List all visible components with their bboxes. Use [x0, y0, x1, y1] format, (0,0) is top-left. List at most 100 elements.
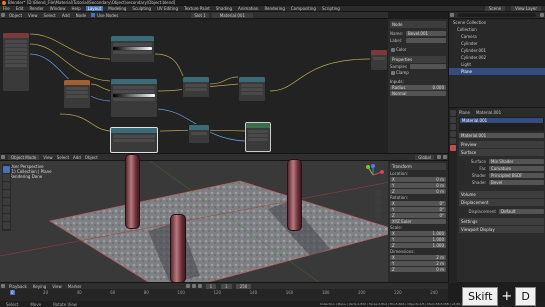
scale-z[interactable]: Z 1.000: [390, 243, 446, 248]
viewport-type-icon[interactable]: [1, 155, 5, 159]
node-select-menu[interactable]: Select: [44, 13, 56, 18]
tab-uv-editing[interactable]: UV Editing: [157, 6, 178, 11]
node-texture-top[interactable]: [110, 35, 155, 63]
outliner-item-camera[interactable]: Camera: [449, 33, 545, 40]
outliner-item-cylinder-001[interactable]: Cylinder.001: [449, 47, 545, 54]
use-nodes-checkbox[interactable]: [91, 13, 96, 17]
tab-texture-paint[interactable]: Texture Paint: [184, 6, 210, 11]
outliner-item-cylinder-002[interactable]: Cylinder.002: [449, 54, 545, 61]
surface-section[interactable]: Surface: [459, 149, 544, 156]
material-tab-icon[interactable]: [450, 145, 456, 151]
end-frame-field[interactable]: 250: [235, 283, 252, 289]
node-shader[interactable]: [245, 122, 271, 152]
tab-shading[interactable]: Shading: [216, 6, 232, 11]
tab-rendering[interactable]: Rendering: [264, 6, 284, 11]
scene-selector[interactable]: Scene: [484, 6, 506, 11]
node-math[interactable]: [182, 76, 210, 98]
node-orange[interactable]: [63, 79, 91, 109]
scale-x[interactable]: X 1.000: [390, 231, 446, 236]
settings-section[interactable]: Settings: [459, 218, 544, 225]
tab-layout[interactable]: Layout: [85, 6, 104, 11]
node-name-field[interactable]: Bevel.001: [406, 31, 446, 36]
shading-icon[interactable]: [437, 155, 441, 159]
location-z[interactable]: Z0 m: [390, 189, 446, 194]
tab-animation[interactable]: Animation: [238, 6, 258, 11]
material-slot-list[interactable]: Material.001: [459, 117, 544, 131]
scene-tab-icon[interactable]: [450, 131, 456, 137]
dimensions-z[interactable]: Z0 m: [390, 267, 446, 272]
radius-field[interactable]: Radius 0.000: [390, 85, 446, 90]
ortho-toggle-icon[interactable]: [375, 214, 382, 221]
node-add-menu[interactable]: Add: [62, 13, 70, 18]
rotation-z[interactable]: Z 0°: [390, 213, 446, 218]
preview-section[interactable]: Preview: [459, 141, 544, 148]
outliner-type-icon[interactable]: [450, 13, 454, 17]
scale-tool-icon[interactable]: [3, 198, 10, 205]
viewport-select-menu[interactable]: Select: [57, 155, 69, 160]
scale-y[interactable]: Y 1.000: [390, 237, 446, 242]
node-texture-mid[interactable]: [110, 78, 158, 118]
samples-field[interactable]: [410, 64, 446, 69]
node-input-frame[interactable]: [2, 32, 30, 92]
outliner-item-plane[interactable]: Plane: [449, 68, 545, 75]
node-node-menu[interactable]: Node: [76, 13, 86, 18]
timeline-ruler[interactable]: 0 20 40 60 80 100 120 140 160 180 200 22…: [0, 289, 448, 295]
outliner-item-light[interactable]: Light: [449, 61, 545, 68]
volume-section[interactable]: Volume: [459, 191, 544, 198]
timeline[interactable]: Playback Keying View Marker 1 1 250 0 20…: [0, 282, 448, 301]
rotation-x[interactable]: X 0°: [390, 201, 446, 206]
camera-view-icon[interactable]: [375, 206, 382, 213]
shader-2-value[interactable]: Bevel: [489, 180, 544, 185]
properties-section-header[interactable]: Properties: [390, 56, 446, 63]
rotate-tool-icon[interactable]: [3, 190, 10, 197]
filter-icon[interactable]: [540, 13, 544, 17]
rotation-mode[interactable]: XYZ Euler: [390, 219, 446, 224]
color-checkbox[interactable]: [391, 47, 395, 52]
material-datablock[interactable]: Material.001: [459, 133, 544, 138]
location-x[interactable]: X0 m: [390, 177, 446, 182]
dimensions-y[interactable]: Y2 m: [390, 261, 446, 266]
marker-menu[interactable]: Marker: [68, 284, 82, 289]
timeline-type-icon[interactable]: [1, 284, 5, 288]
rotation-y[interactable]: Y 0°: [390, 207, 446, 212]
cursor-tool-icon[interactable]: [3, 174, 10, 181]
output-tab-icon[interactable]: [450, 124, 456, 130]
tab-scripting[interactable]: Scripting: [322, 6, 340, 11]
orientation-selector[interactable]: Global: [415, 154, 434, 160]
menu-help[interactable]: Help: [71, 6, 80, 11]
node-label-field[interactable]: [406, 38, 446, 43]
jump-end-icon[interactable]: [197, 284, 202, 288]
tab-compositing[interactable]: Compositing: [291, 6, 316, 11]
dimensions-x[interactable]: X2 m: [390, 255, 446, 260]
overlay-icon[interactable]: [443, 155, 447, 159]
node-editor[interactable]: Object View Select Add Node Use Nodes Sl…: [0, 12, 388, 153]
menu-render[interactable]: Render: [29, 6, 43, 11]
viewport-object-menu[interactable]: Object: [85, 155, 98, 160]
start-frame-field[interactable]: 1: [221, 283, 232, 289]
material-slot-item[interactable]: Material.001: [460, 118, 543, 123]
playback-menu[interactable]: Playback: [9, 284, 27, 289]
node-mix[interactable]: [238, 76, 266, 102]
displacement-value[interactable]: Default: [499, 209, 544, 214]
viewport-view-menu[interactable]: View: [43, 155, 53, 160]
transform-title[interactable]: Transform: [390, 163, 446, 170]
render-tab-icon[interactable]: [450, 117, 456, 123]
outliner-item-collection[interactable]: Collection: [449, 26, 545, 33]
outliner-item-cylinder[interactable]: Cylinder: [449, 40, 545, 47]
jump-start-icon[interactable]: [185, 284, 190, 288]
viewport-display-section[interactable]: Viewport Display: [459, 226, 544, 233]
mode-selector[interactable]: Object Mode: [8, 154, 40, 160]
node-small-lower[interactable]: [188, 124, 210, 144]
viewport-add-menu[interactable]: Add: [73, 155, 81, 160]
pan-icon[interactable]: [375, 198, 382, 205]
surface-value[interactable]: Mix Shader: [489, 159, 544, 164]
play-icon[interactable]: [191, 284, 196, 288]
current-frame-field[interactable]: 1: [205, 283, 217, 289]
location-y[interactable]: Y0 m: [390, 183, 446, 188]
tool-tab-icon[interactable]: [450, 110, 456, 116]
object-tab-icon[interactable]: [450, 138, 456, 144]
slot-selector[interactable]: Slot 1: [191, 12, 209, 18]
fac-value[interactable]: Curvature: [489, 166, 544, 171]
tab-modeling[interactable]: Modeling: [108, 6, 126, 11]
node-output[interactable]: [370, 49, 388, 71]
